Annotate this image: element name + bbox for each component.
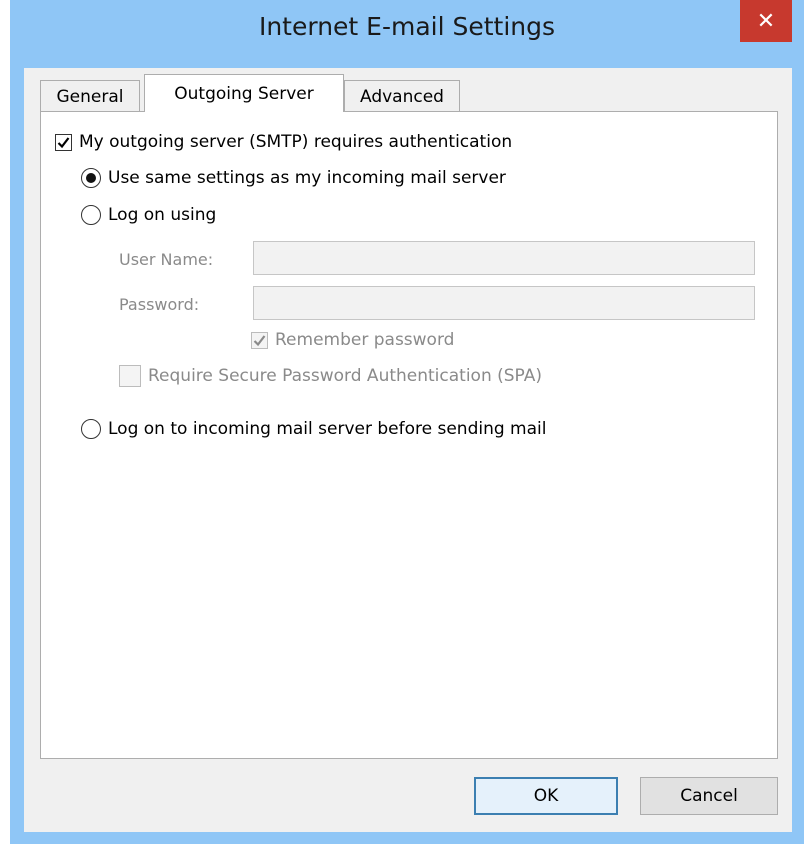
username-input[interactable] bbox=[253, 241, 755, 275]
auth-checkbox-label: My outgoing server (SMTP) requires authe… bbox=[79, 132, 513, 152]
tab-panel-outgoing-server: My outgoing server (SMTP) requires authe… bbox=[40, 111, 778, 759]
cancel-button[interactable]: Cancel bbox=[640, 777, 778, 815]
radio-selected-dot bbox=[86, 173, 96, 183]
tab-outgoing-label: Outgoing Server bbox=[174, 83, 314, 104]
spa-label: Require Secure Password Authentication (… bbox=[148, 366, 542, 386]
auth-checkbox[interactable] bbox=[55, 133, 72, 151]
remember-password-label: Remember password bbox=[275, 330, 455, 350]
checkmark-icon bbox=[57, 136, 70, 148]
tab-advanced[interactable]: Advanced bbox=[344, 80, 460, 112]
username-label: User Name: bbox=[119, 250, 214, 269]
password-input[interactable] bbox=[253, 286, 755, 320]
auth-checkbox-row[interactable]: My outgoing server (SMTP) requires authe… bbox=[55, 132, 512, 152]
radio-log-on-using[interactable] bbox=[81, 205, 101, 225]
radio-log-on-incoming[interactable] bbox=[81, 419, 101, 439]
spa-checkbox[interactable] bbox=[119, 365, 141, 387]
radio-same-settings[interactable] bbox=[81, 168, 101, 188]
tab-general[interactable]: General bbox=[40, 80, 140, 112]
radio-log-on-using-label: Log on using bbox=[108, 205, 217, 225]
radio-same-settings-row[interactable]: Use same settings as my incoming mail se… bbox=[81, 168, 506, 188]
dialog-client-area: General Outgoing Server Advanced My outg… bbox=[24, 68, 792, 832]
cancel-button-label: Cancel bbox=[680, 786, 738, 806]
title-bar: Internet E-mail Settings ✕ bbox=[10, 0, 804, 68]
window-title: Internet E-mail Settings bbox=[258, 12, 556, 41]
remember-password-row[interactable]: Remember password bbox=[251, 330, 454, 350]
password-label: Password: bbox=[119, 295, 200, 314]
radio-same-settings-label: Use same settings as my incoming mail se… bbox=[108, 168, 506, 188]
dialog-window: Internet E-mail Settings ✕ General Outgo… bbox=[10, 0, 804, 844]
tab-outgoing-server[interactable]: Outgoing Server bbox=[144, 74, 344, 112]
spa-row[interactable]: Require Secure Password Authentication (… bbox=[119, 365, 542, 387]
ok-button-label: OK bbox=[533, 786, 559, 806]
tab-advanced-label: Advanced bbox=[360, 86, 444, 107]
remember-password-checkbox[interactable] bbox=[251, 331, 268, 349]
close-button[interactable]: ✕ bbox=[740, 0, 792, 42]
radio-log-on-incoming-label: Log on to incoming mail server before se… bbox=[108, 419, 547, 439]
close-icon: ✕ bbox=[756, 8, 776, 34]
checkmark-icon bbox=[253, 334, 266, 346]
radio-log-on-using-row[interactable]: Log on using bbox=[81, 205, 216, 225]
tab-general-label: General bbox=[56, 86, 124, 107]
ok-button[interactable]: OK bbox=[474, 777, 618, 815]
radio-log-on-incoming-row[interactable]: Log on to incoming mail server before se… bbox=[81, 419, 546, 439]
